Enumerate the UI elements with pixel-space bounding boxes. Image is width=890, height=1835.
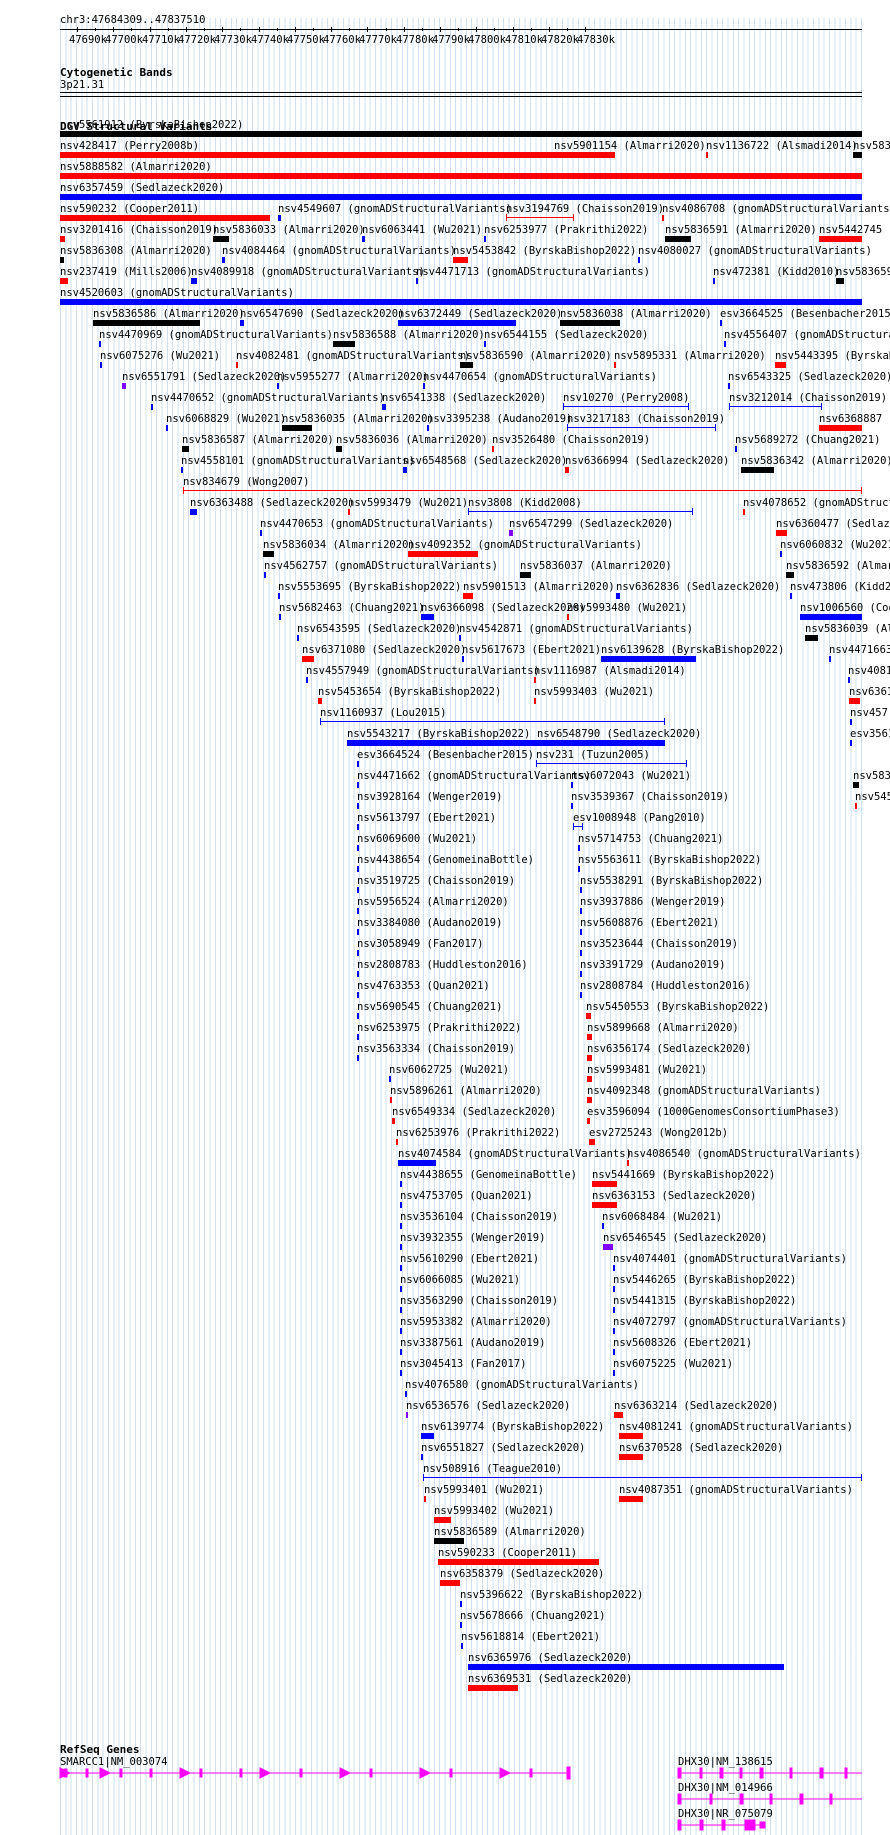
genome-browser-tracks: chr3:47684309..47837510 47690k 47700k 4771…: [0, 0, 890, 1835]
gene-model-dhx30-nr075079[interactable]: [677, 1819, 766, 1831]
gene-model-smarcc1[interactable]: [59, 1766, 571, 1780]
gene-model-dhx30-nm138615[interactable]: [677, 1767, 862, 1779]
gene-model-dhx30-nm014966[interactable]: [677, 1793, 862, 1805]
refseq-gene-models: [59, 1766, 862, 1831]
